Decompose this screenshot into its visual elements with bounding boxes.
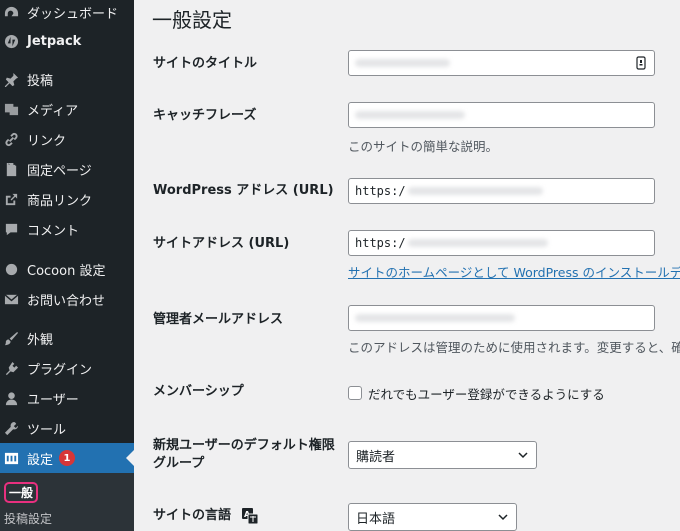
dashboard-icon xyxy=(3,4,19,20)
site-language-select[interactable]: 日本語 xyxy=(348,503,517,531)
sidebar-item-plugins[interactable]: プラグイン xyxy=(0,353,134,383)
sidebar-item-cocoon[interactable]: Cocoon 設定 xyxy=(0,254,134,284)
update-count-badge: 1 xyxy=(59,450,76,466)
sidebar-item-links[interactable]: リンク xyxy=(0,124,134,154)
default-role-select[interactable]: 購読者 xyxy=(348,441,537,469)
external-icon xyxy=(3,191,19,207)
site-address-input[interactable]: https:/ xyxy=(348,230,655,256)
mail-icon xyxy=(3,291,19,307)
translation-icon: A xyxy=(241,507,258,524)
site-address-help-link[interactable]: サイトのホームページとして WordPress のインストールディ xyxy=(348,262,680,281)
comment-icon xyxy=(3,221,19,237)
redacted-value xyxy=(355,111,465,119)
sidebar-item-dashboard[interactable]: ダッシュボード xyxy=(0,0,134,27)
settings-main: 一般設定 サイトのタイトル キャッチフレーズ このサイトの簡単な説明。 Word… xyxy=(134,0,680,531)
submenu-item-general[interactable]: 一般 xyxy=(4,482,39,503)
sidebar-item-product-links[interactable]: 商品リンク xyxy=(0,184,134,214)
default-role-value: 購読者 xyxy=(356,449,396,465)
anyone-can-register-label[interactable]: だれでもユーザー登録ができるようにする xyxy=(368,384,605,403)
redacted-value xyxy=(355,59,450,67)
tagline-label: キャッチフレーズ xyxy=(153,108,257,123)
sidebar-item-label: ユーザー xyxy=(27,392,79,408)
sidebar-item-settings[interactable]: 設定 1 xyxy=(0,443,134,473)
chevron-down-icon xyxy=(498,514,508,521)
brush-icon xyxy=(3,330,19,346)
default-role-label-line1: 新規ユーザーのデフォルト権限 xyxy=(153,438,335,453)
redacted-value xyxy=(407,239,548,247)
sidebar-item-posts[interactable]: 投稿 xyxy=(0,64,134,94)
circle-icon xyxy=(3,261,19,277)
media-icon xyxy=(3,101,19,117)
plugin-icon xyxy=(3,360,19,376)
jetpack-icon xyxy=(3,33,19,49)
wp-address-value: https:/ xyxy=(355,184,406,198)
pin-icon xyxy=(3,71,19,87)
site-language-value: 日本語 xyxy=(356,511,396,527)
sidebar-item-label: 商品リンク xyxy=(27,193,93,209)
user-icon xyxy=(3,390,19,406)
sidebar-item-media[interactable]: メディア xyxy=(0,94,134,124)
admin-email-description: このアドレスは管理のために使用されます。変更すると、確 xyxy=(348,340,680,355)
sidebar-item-label: Cocoon 設定 xyxy=(27,263,106,279)
sidebar-item-appearance[interactable]: 外観 xyxy=(0,323,134,353)
sidebar-item-label: プラグイン xyxy=(27,362,93,378)
sidebar-item-label: メディア xyxy=(27,103,79,119)
sidebar-item-label: Jetpack xyxy=(27,33,82,49)
default-role-label-line2: グループ xyxy=(153,456,205,471)
admin-email-input[interactable] xyxy=(348,305,655,331)
page-icon xyxy=(3,161,19,177)
site-address-label: サイトアドレス (URL) xyxy=(153,236,290,251)
link-icon xyxy=(3,131,19,147)
sidebar-item-label: 投稿 xyxy=(27,73,54,89)
site-language-label: サイトの言語 xyxy=(153,508,232,523)
membership-label: メンバーシップ xyxy=(153,384,244,399)
sidebar-item-label: コメント xyxy=(27,223,80,239)
sidebar-item-contact[interactable]: お問い合わせ xyxy=(0,284,134,314)
page-title: 一般設定 xyxy=(152,8,232,32)
admin-email-label: 管理者メールアドレス xyxy=(153,312,284,327)
wp-address-label: WordPress アドレス (URL) xyxy=(153,183,334,198)
sidebar-item-label: 外観 xyxy=(27,332,54,348)
redacted-value xyxy=(355,314,515,322)
sidebar-item-label: ツール xyxy=(27,422,67,438)
submenu-item-writing[interactable]: 投稿設定 xyxy=(4,510,52,527)
sidebar-item-tools[interactable]: ツール xyxy=(0,413,134,443)
site-address-value: https:/ xyxy=(355,236,406,250)
sidebar-item-label: ダッシュボード xyxy=(27,6,119,22)
tagline-input[interactable] xyxy=(348,102,655,128)
redacted-value xyxy=(407,187,543,195)
sidebar-item-users[interactable]: ユーザー xyxy=(0,383,134,413)
chevron-down-icon xyxy=(518,452,528,459)
sidebar-item-pages[interactable]: 固定ページ xyxy=(0,154,134,184)
site-title-label: サイトのタイトル xyxy=(153,56,258,71)
sidebar-item-label: 設定 xyxy=(27,452,54,468)
sidebar-item-label: リンク xyxy=(27,133,67,149)
site-title-input[interactable] xyxy=(348,50,655,76)
site-language-label-wrap: サイトの言語 A xyxy=(153,507,258,525)
settings-icon xyxy=(3,450,19,466)
wp-address-input[interactable]: https:/ xyxy=(348,178,655,204)
password-manager-icon[interactable] xyxy=(634,56,648,70)
sidebar-item-jetpack[interactable]: Jetpack xyxy=(0,26,134,56)
admin-sidebar: ダッシュボード Jetpack 投稿 メディア リンク 固定ページ 商品リンク … xyxy=(0,0,134,531)
anyone-can-register-checkbox[interactable] xyxy=(348,386,362,400)
wrench-icon xyxy=(3,420,19,436)
settings-submenu: 一般 投稿設定 xyxy=(0,473,134,531)
sidebar-item-comments[interactable]: コメント xyxy=(0,214,134,244)
sidebar-item-label: お問い合わせ xyxy=(27,293,106,309)
sidebar-item-label: 固定ページ xyxy=(27,163,92,179)
tagline-description: このサイトの簡単な説明。 xyxy=(348,139,499,154)
